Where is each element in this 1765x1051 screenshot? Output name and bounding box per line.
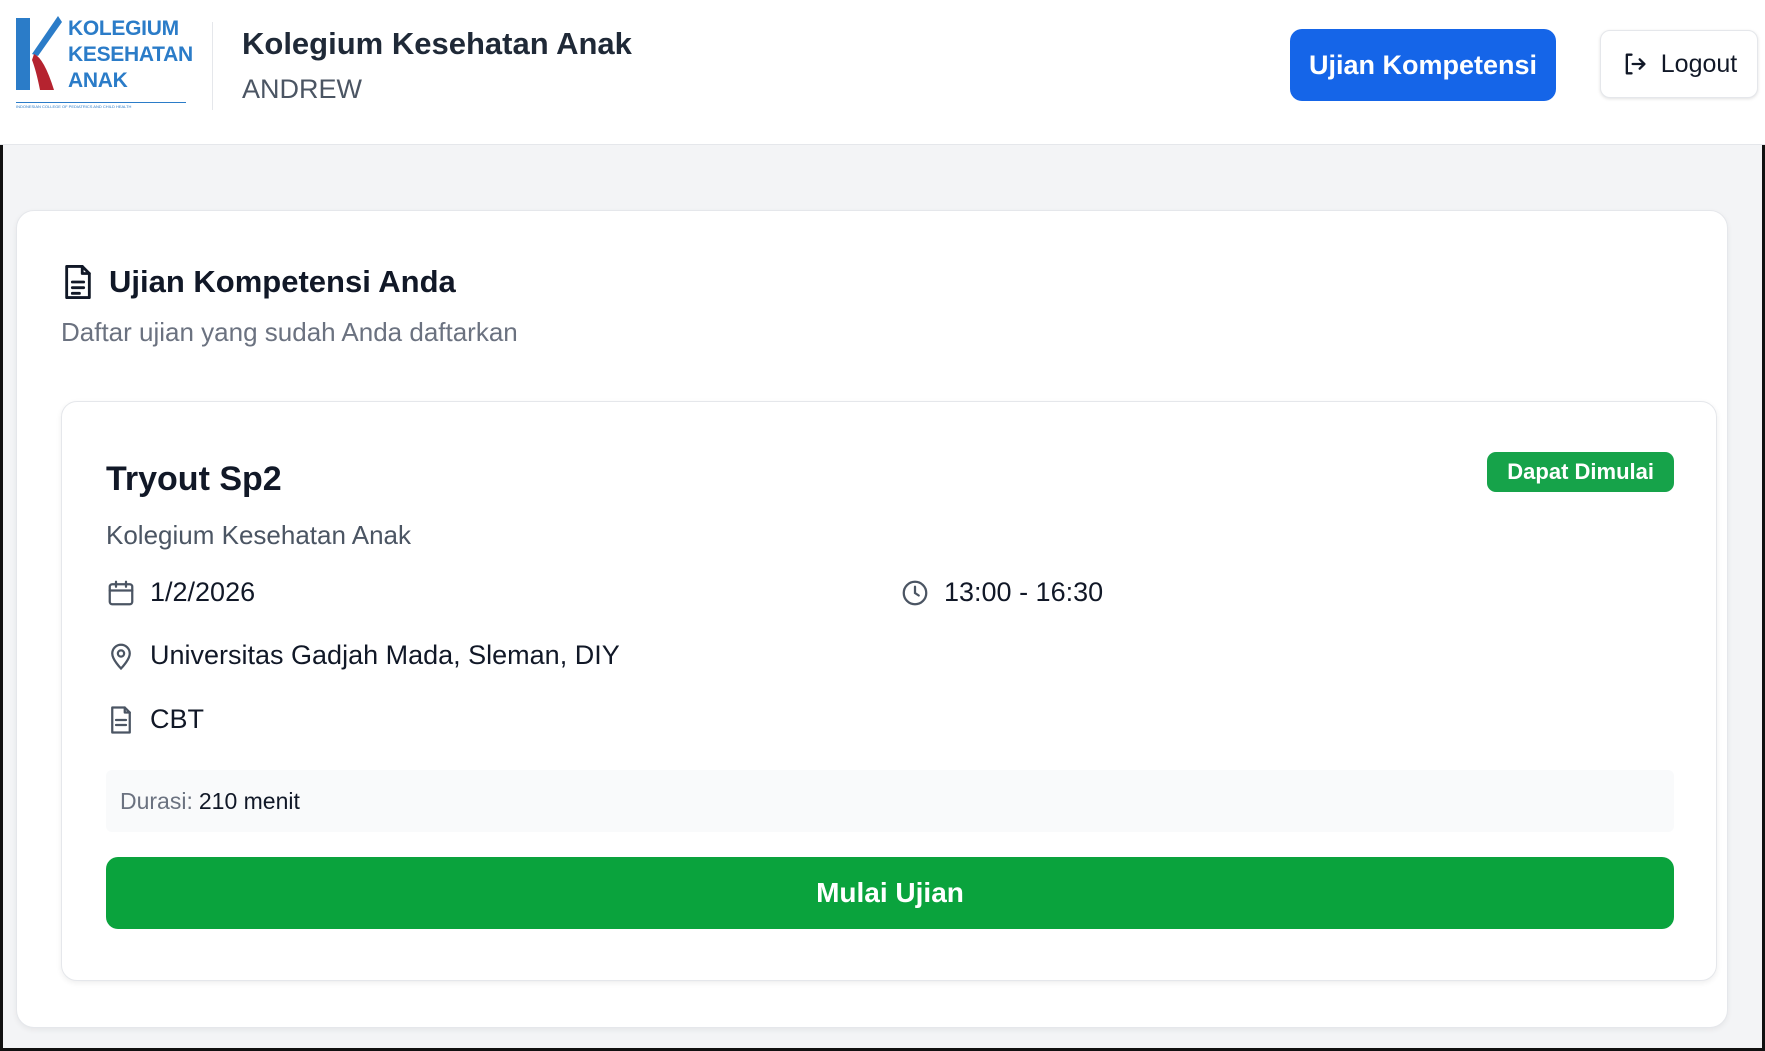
user-name: ANDREW [242, 74, 362, 104]
exam-title: Tryout Sp2 [106, 460, 282, 498]
logo-line-3: ANAK [68, 69, 128, 92]
exam-location: Universitas Gadjah Mada, Sleman, DIY [150, 640, 620, 670]
app-title: Kolegium Kesehatan Anak [242, 26, 632, 61]
exam-date-row: 1/2/2026 [106, 577, 255, 608]
exam-time: 13:00 - 16:30 [944, 577, 1104, 607]
duration-value: 210 menit [198, 787, 300, 814]
logout-icon [1625, 53, 1646, 75]
logo-line-2: KESEHATAN [68, 43, 193, 66]
file-icon [111, 705, 131, 734]
calendar-icon [108, 580, 134, 605]
duration-box: Durasi: 210 menit [106, 770, 1674, 832]
section-title-text: Ujian Kompetensi Anda [109, 264, 456, 299]
status-badge: Dapat Dimulai [1487, 452, 1674, 492]
exam-type: CBT [150, 704, 204, 734]
top-header: KOLEGIUM KESEHATAN ANAK INDONESIAN COLLE… [0, 0, 1765, 145]
exam-list-panel: Ujian Kompetensi Anda Daftar ujian yang … [16, 210, 1728, 1028]
logout-button[interactable]: Logout [1600, 30, 1758, 98]
logo-tagline: INDONESIAN COLLEGE OF PEDIATRICS AND CHI… [16, 102, 186, 109]
mulai-ujian-button[interactable]: Mulai Ujian [106, 857, 1674, 929]
section-title: Ujian Kompetensi Anda [61, 263, 456, 301]
exam-card: Tryout Sp2 Kolegium Kesehatan Anak Dapat… [61, 401, 1717, 981]
section-subtitle: Daftar ujian yang sudah Anda daftarkan [61, 317, 518, 347]
exam-location-row: Universitas Gadjah Mada, Sleman, DIY [106, 640, 620, 671]
exam-organizer: Kolegium Kesehatan Anak [106, 520, 411, 550]
map-pin-icon [111, 643, 131, 670]
logo-line-1: KOLEGIUM [68, 17, 179, 40]
logo-text: KOLEGIUM KESEHATAN ANAK [68, 16, 193, 94]
document-icon [65, 264, 91, 299]
duration-label: Durasi: [120, 787, 193, 814]
exam-type-row: CBT [106, 704, 204, 735]
ujian-kompetensi-button[interactable]: Ujian Kompetensi [1290, 29, 1556, 101]
exam-time-row: 13:00 - 16:30 [900, 577, 1103, 608]
logo-mark-icon [16, 16, 62, 90]
logout-label: Logout [1660, 49, 1738, 78]
kolegium-logo[interactable]: KOLEGIUM KESEHATAN ANAK INDONESIAN COLLE… [14, 14, 193, 114]
exam-date: 1/2/2026 [150, 577, 256, 607]
header-divider [212, 22, 213, 110]
clock-icon [902, 580, 928, 605]
